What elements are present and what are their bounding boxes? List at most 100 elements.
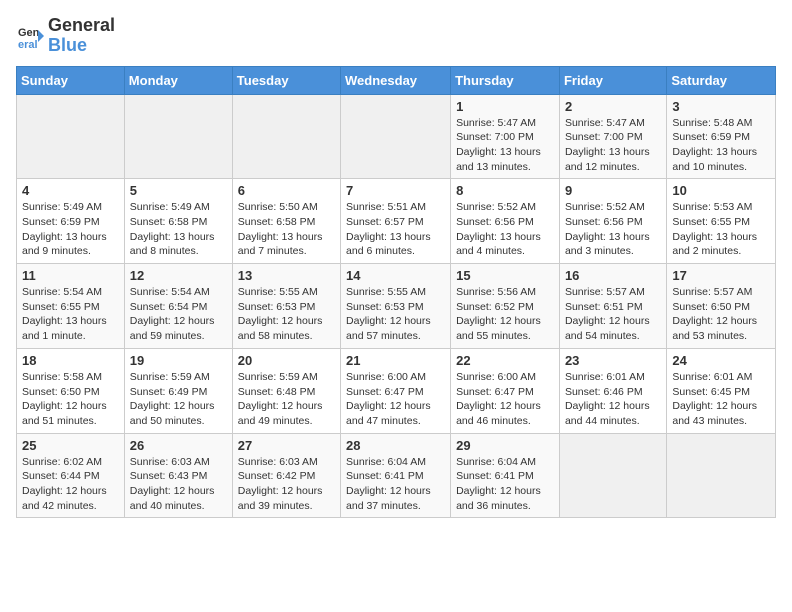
logo: Gen eral GeneralBlue xyxy=(16,16,115,56)
calendar-cell xyxy=(559,433,666,518)
calendar-cell: 11 Sunrise: 5:54 AM Sunset: 6:55 PM Dayli… xyxy=(17,264,125,349)
calendar-cell: 9 Sunrise: 5:52 AM Sunset: 6:56 PM Daylig… xyxy=(559,179,666,264)
day-info: Sunrise: 5:57 AM Sunset: 6:50 PM Dayligh… xyxy=(672,285,770,344)
day-info: Sunrise: 5:59 AM Sunset: 6:49 PM Dayligh… xyxy=(130,370,227,429)
header-saturday: Saturday xyxy=(667,66,776,94)
calendar-week-5: 25 Sunrise: 6:02 AM Sunset: 6:44 PM Dayli… xyxy=(17,433,776,518)
calendar-week-2: 4 Sunrise: 5:49 AM Sunset: 6:59 PM Daylig… xyxy=(17,179,776,264)
day-info: Sunrise: 5:54 AM Sunset: 6:55 PM Dayligh… xyxy=(22,285,119,344)
calendar-cell: 21 Sunrise: 6:00 AM Sunset: 6:47 PM Dayli… xyxy=(341,348,451,433)
day-info: Sunrise: 5:58 AM Sunset: 6:50 PM Dayligh… xyxy=(22,370,119,429)
day-number: 23 xyxy=(565,353,661,368)
day-info: Sunrise: 6:01 AM Sunset: 6:45 PM Dayligh… xyxy=(672,370,770,429)
calendar-cell: 12Sunrise: 5:54 AM Sunset: 6:54 PM Dayli… xyxy=(124,264,232,349)
day-number: 20 xyxy=(238,353,335,368)
day-number: 26 xyxy=(130,438,227,453)
calendar-cell: 5 Sunrise: 5:49 AM Sunset: 6:58 PM Daylig… xyxy=(124,179,232,264)
calendar-week-3: 11 Sunrise: 5:54 AM Sunset: 6:55 PM Dayli… xyxy=(17,264,776,349)
header-wednesday: Wednesday xyxy=(341,66,451,94)
day-number: 19 xyxy=(130,353,227,368)
day-info: Sunrise: 5:52 AM Sunset: 6:56 PM Dayligh… xyxy=(456,200,554,259)
day-number: 22 xyxy=(456,353,554,368)
day-number: 16 xyxy=(565,268,661,283)
day-number: 3 xyxy=(672,99,770,114)
calendar-cell: 20 Sunrise: 5:59 AM Sunset: 6:48 PM Dayli… xyxy=(232,348,340,433)
day-number: 9 xyxy=(565,183,661,198)
day-number: 13 xyxy=(238,268,335,283)
calendar-cell: 8 Sunrise: 5:52 AM Sunset: 6:56 PM Daylig… xyxy=(451,179,560,264)
calendar-cell: 27Sunrise: 6:03 AM Sunset: 6:42 PM Dayli… xyxy=(232,433,340,518)
calendar-cell: 7Sunrise: 5:51 AM Sunset: 6:57 PM Daylig… xyxy=(341,179,451,264)
header-monday: Monday xyxy=(124,66,232,94)
calendar-cell: 6Sunrise: 5:50 AM Sunset: 6:58 PM Daylig… xyxy=(232,179,340,264)
day-info: Sunrise: 5:53 AM Sunset: 6:55 PM Dayligh… xyxy=(672,200,770,259)
calendar-cell xyxy=(341,94,451,179)
header-friday: Friday xyxy=(559,66,666,94)
day-info: Sunrise: 6:04 AM Sunset: 6:41 PM Dayligh… xyxy=(456,455,554,514)
calendar-cell: 22 Sunrise: 6:00 AM Sunset: 6:47 PM Dayli… xyxy=(451,348,560,433)
day-info: Sunrise: 6:03 AM Sunset: 6:43 PM Dayligh… xyxy=(130,455,227,514)
day-info: Sunrise: 6:02 AM Sunset: 6:44 PM Dayligh… xyxy=(22,455,119,514)
day-number: 10 xyxy=(672,183,770,198)
day-number: 14 xyxy=(346,268,445,283)
day-number: 25 xyxy=(22,438,119,453)
day-info: Sunrise: 6:03 AM Sunset: 6:42 PM Dayligh… xyxy=(238,455,335,514)
calendar-cell: 15Sunrise: 5:56 AM Sunset: 6:52 PM Dayli… xyxy=(451,264,560,349)
day-info: Sunrise: 5:49 AM Sunset: 6:59 PM Dayligh… xyxy=(22,200,119,259)
day-number: 21 xyxy=(346,353,445,368)
day-number: 4 xyxy=(22,183,119,198)
calendar-cell: 26 Sunrise: 6:03 AM Sunset: 6:43 PM Dayli… xyxy=(124,433,232,518)
day-number: 8 xyxy=(456,183,554,198)
calendar-week-1: 1Sunrise: 5:47 AM Sunset: 7:00 PM Daylig… xyxy=(17,94,776,179)
svg-text:eral: eral xyxy=(18,39,38,50)
logo-icon: Gen eral xyxy=(16,22,44,50)
calendar-cell: 4 Sunrise: 5:49 AM Sunset: 6:59 PM Daylig… xyxy=(17,179,125,264)
header-sunday: Sunday xyxy=(17,66,125,94)
day-info: Sunrise: 5:48 AM Sunset: 6:59 PM Dayligh… xyxy=(672,116,770,175)
day-info: Sunrise: 6:00 AM Sunset: 6:47 PM Dayligh… xyxy=(346,370,445,429)
calendar-cell xyxy=(124,94,232,179)
calendar-cell: 2 Sunrise: 5:47 AM Sunset: 7:00 PM Daylig… xyxy=(559,94,666,179)
day-info: Sunrise: 5:55 AM Sunset: 6:53 PM Dayligh… xyxy=(346,285,445,344)
day-info: Sunrise: 5:52 AM Sunset: 6:56 PM Dayligh… xyxy=(565,200,661,259)
calendar-cell: 28 Sunrise: 6:04 AM Sunset: 6:41 PM Dayli… xyxy=(341,433,451,518)
header-tuesday: Tuesday xyxy=(232,66,340,94)
day-number: 18 xyxy=(22,353,119,368)
calendar-cell xyxy=(667,433,776,518)
day-number: 11 xyxy=(22,268,119,283)
day-number: 6 xyxy=(238,183,335,198)
day-info: Sunrise: 5:56 AM Sunset: 6:52 PM Dayligh… xyxy=(456,285,554,344)
calendar-cell: 1Sunrise: 5:47 AM Sunset: 7:00 PM Daylig… xyxy=(451,94,560,179)
day-number: 17 xyxy=(672,268,770,283)
calendar-cell: 18 Sunrise: 5:58 AM Sunset: 6:50 PM Dayli… xyxy=(17,348,125,433)
day-info: Sunrise: 6:04 AM Sunset: 6:41 PM Dayligh… xyxy=(346,455,445,514)
calendar-cell: 19 Sunrise: 5:59 AM Sunset: 6:49 PM Dayli… xyxy=(124,348,232,433)
calendar-week-4: 18 Sunrise: 5:58 AM Sunset: 6:50 PM Dayli… xyxy=(17,348,776,433)
calendar-cell: 23 Sunrise: 6:01 AM Sunset: 6:46 PM Dayli… xyxy=(559,348,666,433)
day-info: Sunrise: 5:47 AM Sunset: 7:00 PM Dayligh… xyxy=(565,116,661,175)
calendar-cell: 16 Sunrise: 5:57 AM Sunset: 6:51 PM Dayli… xyxy=(559,264,666,349)
day-number: 2 xyxy=(565,99,661,114)
calendar-cell: 29 Sunrise: 6:04 AM Sunset: 6:41 PM Dayli… xyxy=(451,433,560,518)
day-info: Sunrise: 6:01 AM Sunset: 6:46 PM Dayligh… xyxy=(565,370,661,429)
day-info: Sunrise: 5:57 AM Sunset: 6:51 PM Dayligh… xyxy=(565,285,661,344)
day-info: Sunrise: 5:59 AM Sunset: 6:48 PM Dayligh… xyxy=(238,370,335,429)
calendar-cell xyxy=(232,94,340,179)
day-number: 5 xyxy=(130,183,227,198)
calendar-table: SundayMondayTuesdayWednesdayThursdayFrid… xyxy=(16,66,776,519)
calendar-cell: 10 Sunrise: 5:53 AM Sunset: 6:55 PM Dayli… xyxy=(667,179,776,264)
day-info: Sunrise: 5:47 AM Sunset: 7:00 PM Dayligh… xyxy=(456,116,554,175)
calendar-cell: 14 Sunrise: 5:55 AM Sunset: 6:53 PM Dayli… xyxy=(341,264,451,349)
day-info: Sunrise: 5:54 AM Sunset: 6:54 PM Dayligh… xyxy=(130,285,227,344)
calendar-cell: 24 Sunrise: 6:01 AM Sunset: 6:45 PM Dayli… xyxy=(667,348,776,433)
day-info: Sunrise: 5:55 AM Sunset: 6:53 PM Dayligh… xyxy=(238,285,335,344)
day-number: 28 xyxy=(346,438,445,453)
day-info: Sunrise: 5:51 AM Sunset: 6:57 PM Dayligh… xyxy=(346,200,445,259)
logo-text: GeneralBlue xyxy=(48,16,115,56)
day-info: Sunrise: 5:49 AM Sunset: 6:58 PM Dayligh… xyxy=(130,200,227,259)
day-info: Sunrise: 6:00 AM Sunset: 6:47 PM Dayligh… xyxy=(456,370,554,429)
day-number: 24 xyxy=(672,353,770,368)
header: Gen eral GeneralBlue xyxy=(16,16,776,56)
day-number: 29 xyxy=(456,438,554,453)
header-thursday: Thursday xyxy=(451,66,560,94)
